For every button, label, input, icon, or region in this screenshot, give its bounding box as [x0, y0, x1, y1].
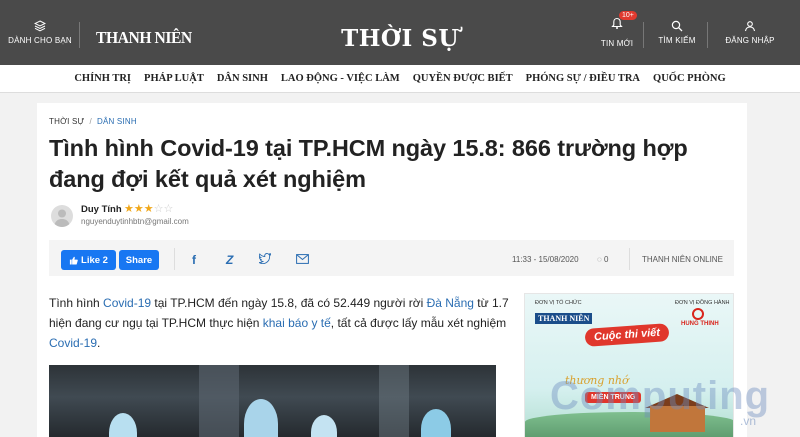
- comment-count[interactable]: ◌ 0: [597, 255, 608, 264]
- top-header: DÀNH CHO BẠN THANH NIÊN THỜI SỰ 10+ TIN …: [0, 0, 800, 65]
- thumbs-up-icon: [69, 256, 78, 265]
- nav-item-quoc-phong[interactable]: QUỐC PHÒNG: [653, 73, 726, 84]
- sponsor-logo-icon: [692, 308, 704, 320]
- star-icon: ★: [124, 203, 134, 215]
- article-source: THANH NIÊN ONLINE: [642, 255, 723, 264]
- notification-badge: 10+: [619, 11, 637, 20]
- notifications-button[interactable]: 10+ TIN MỚI: [598, 0, 637, 65]
- nav-item-phong-su[interactable]: PHÓNG SỰ / ĐIỀU TRA: [526, 73, 640, 84]
- star-icon: ★: [133, 203, 144, 215]
- nav-item-dan-sinh[interactable]: DÂN SINH: [217, 73, 268, 84]
- divider: [629, 248, 630, 270]
- photo-figure: [421, 409, 451, 437]
- publish-time: 11:33 - 15/08/2020: [512, 255, 579, 264]
- facebook-like-button[interactable]: Like 2: [61, 250, 116, 270]
- divider: [174, 248, 175, 270]
- tag-link-covid[interactable]: Covid-19: [103, 296, 151, 310]
- category-nav: CHÍNH TRỊ PHÁP LUẬT DÂN SINH LAO ĐỘNG - …: [0, 65, 800, 93]
- breadcrumb-section[interactable]: THỜI SỰ: [49, 117, 85, 126]
- email-icon[interactable]: [296, 254, 309, 264]
- twitter-icon[interactable]: [259, 253, 271, 264]
- article-lead: Tình hình Covid-19 tại TP.HCM đến ngày 1…: [49, 293, 519, 353]
- nav-item-quyen-duoc-biet[interactable]: QUYỀN ĐƯỢC BIẾT: [413, 73, 513, 84]
- tag-link-covid-2[interactable]: Covid-19: [49, 336, 97, 350]
- like-label: Like 2: [81, 254, 108, 266]
- nav-item-phap-luat[interactable]: PHÁP LUẬT: [144, 73, 204, 84]
- lead-text: .: [97, 336, 101, 350]
- notifications-label: TIN MỚI: [600, 39, 634, 48]
- nav-item-lao-dong[interactable]: LAO ĐỘNG - VIỆC LÀM: [281, 73, 400, 84]
- author-rating: ★★★☆☆: [124, 202, 173, 215]
- divider: [707, 22, 708, 48]
- author-email[interactable]: nguyenduytinhbtn@gmail.com: [81, 217, 189, 226]
- breadcrumb-separator: /: [89, 117, 92, 126]
- avatar-placeholder-icon: [54, 209, 70, 227]
- search-label: TÌM KIẾM: [658, 36, 696, 45]
- tag-link-da-nang[interactable]: Đà Nẵng: [427, 296, 474, 310]
- comment-count-value: 0: [604, 255, 609, 264]
- ad-sponsor-name: HUNG THINH: [681, 321, 719, 327]
- ad-banner-title: Cuộc thi viết: [584, 323, 670, 347]
- divider: [643, 22, 644, 48]
- search-button[interactable]: TÌM KIẾM: [655, 0, 699, 65]
- facebook-share-button[interactable]: Share: [119, 250, 159, 270]
- ad-sponsor-label: ĐƠN VỊ ĐỒNG HÀNH: [675, 300, 730, 306]
- photo-pillar: [379, 365, 409, 437]
- lead-text: tại TP.HCM đến ngày 15.8, đã có 52.449 n…: [151, 296, 427, 310]
- photo-pillar: [199, 365, 239, 437]
- lead-text: Tình hình: [49, 296, 104, 310]
- facebook-icon[interactable]: f: [192, 253, 196, 267]
- lead-text: , tất cả được lấy mẫu xét nghiệm: [330, 316, 507, 330]
- ad-org-logo: THANH NIÊN: [535, 313, 593, 324]
- zalo-icon[interactable]: Z: [226, 253, 233, 267]
- comment-icon: ◌: [597, 255, 602, 264]
- photo-figure: [244, 399, 278, 437]
- user-icon: [744, 21, 756, 32]
- breadcrumb-subsection[interactable]: DÂN SINH: [97, 117, 137, 126]
- article-title: Tình hình Covid-19 tại TP.HCM ngày 15.8:…: [49, 135, 688, 192]
- nav-item-chinh-tri[interactable]: CHÍNH TRỊ: [74, 73, 131, 84]
- author-avatar[interactable]: [51, 205, 73, 227]
- photo-figure: [109, 413, 137, 437]
- share-bar: Like 2 Share f Z 11:33 - 15/08/2020 ◌ 0 …: [49, 240, 734, 276]
- login-button[interactable]: ĐĂNG NHẬP: [722, 0, 778, 65]
- star-icon: ★: [143, 203, 154, 215]
- breadcrumb: THỜI SỰ / DÂN SINH: [49, 117, 137, 126]
- login-label: ĐĂNG NHẬP: [725, 36, 775, 45]
- photo-figure: [311, 415, 337, 437]
- star-empty-icon: ☆: [163, 203, 174, 215]
- tag-link-khai-bao-y-te[interactable]: khai báo y tế: [263, 316, 331, 330]
- search-icon: [671, 20, 683, 32]
- author-name[interactable]: Duy Tính: [81, 204, 122, 215]
- ad-org-label: ĐƠN VỊ TỔ CHỨC: [535, 300, 582, 306]
- article-photo[interactable]: [49, 365, 496, 437]
- watermark-domain: .vn: [740, 414, 757, 428]
- watermark: Computing: [550, 374, 771, 418]
- star-empty-icon: ☆: [153, 203, 164, 215]
